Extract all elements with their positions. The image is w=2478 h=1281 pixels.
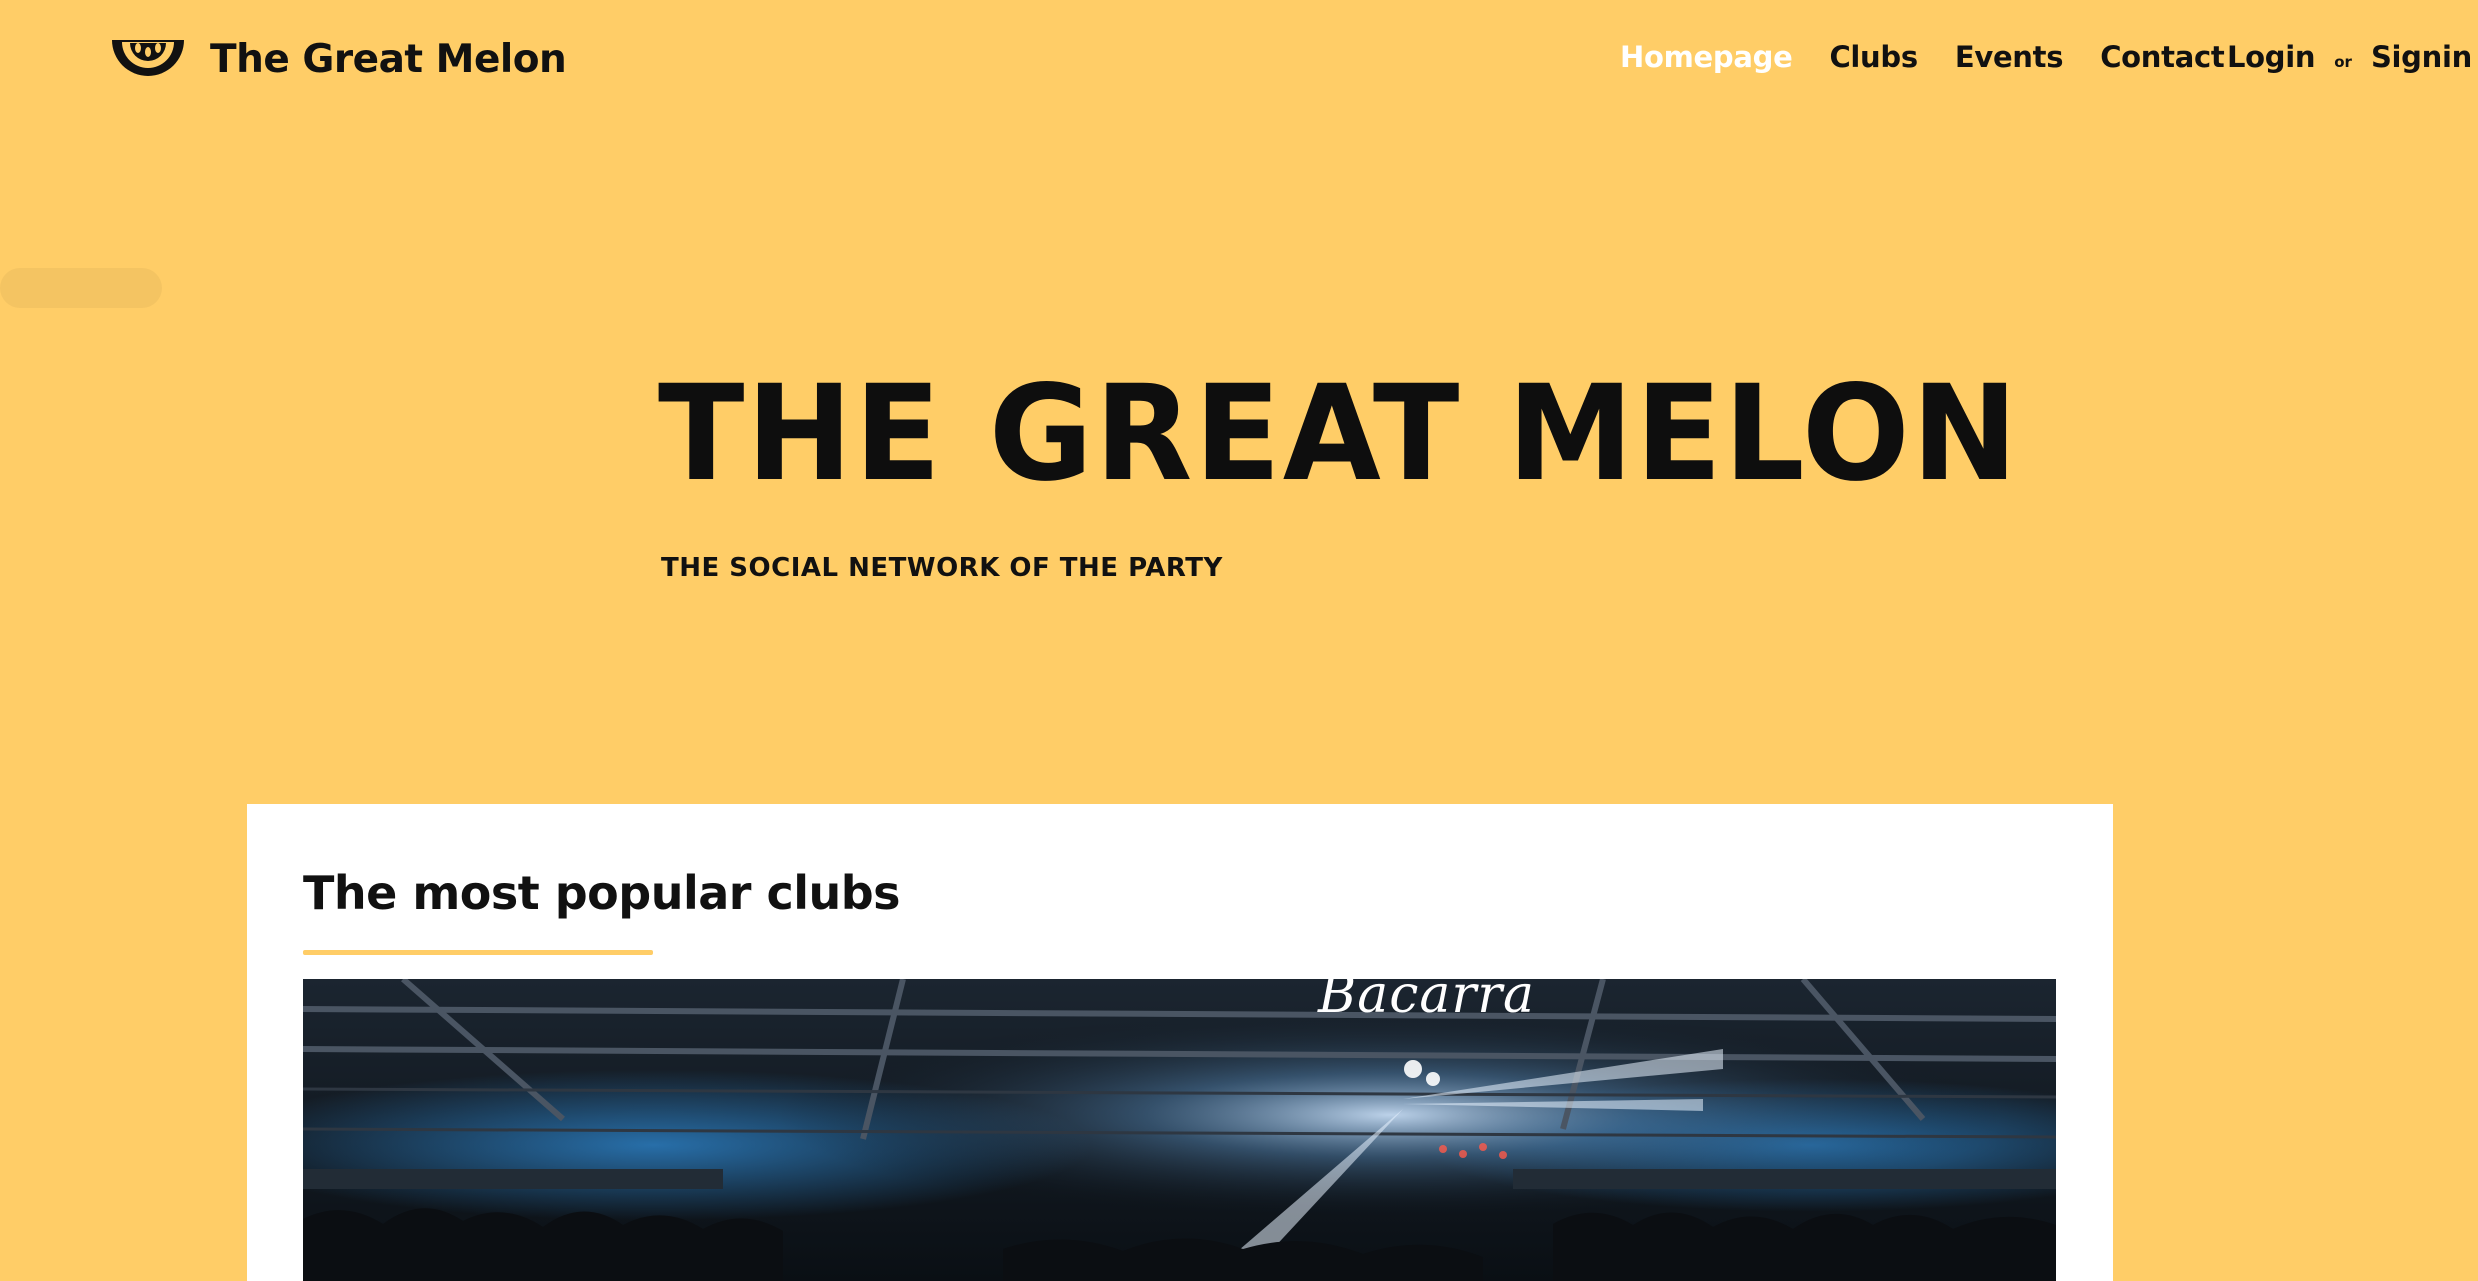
page: The Great Melon Homepage Clubs Events Co… xyxy=(0,0,2478,1281)
signin-link[interactable]: Signin xyxy=(2371,40,2472,74)
auth-separator: or xyxy=(2334,53,2352,71)
hero-subtitle: THE SOCIAL NETWORK OF THE PARTY xyxy=(661,553,1223,583)
club-photo[interactable]: Bacarra xyxy=(303,979,2056,1281)
hero-title: THE GREAT MELON xyxy=(658,357,2020,511)
floating-pill[interactable] xyxy=(0,268,162,308)
nav-events[interactable]: Events xyxy=(1955,40,2064,74)
brand-name: The Great Melon xyxy=(210,36,567,82)
popular-clubs-card: The most popular clubs Bacarra xyxy=(247,804,2113,1281)
nav-homepage[interactable]: Homepage xyxy=(1620,40,1793,74)
auth-links: Login or Signin xyxy=(2227,40,2472,74)
section-title: The most popular clubs xyxy=(303,866,901,920)
login-link[interactable]: Login xyxy=(2227,40,2316,74)
title-underline xyxy=(303,950,653,955)
club-sign-text: Bacarra xyxy=(1318,979,1536,1025)
nav-clubs[interactable]: Clubs xyxy=(1829,40,1918,74)
club-photo-illustration xyxy=(303,979,2056,1281)
main-nav: Homepage Clubs Events Contact xyxy=(1620,40,2261,74)
brand-logo-link[interactable]: The Great Melon xyxy=(108,34,567,84)
melon-slice-icon xyxy=(112,40,184,76)
nav-contact[interactable]: Contact xyxy=(2100,40,2225,74)
